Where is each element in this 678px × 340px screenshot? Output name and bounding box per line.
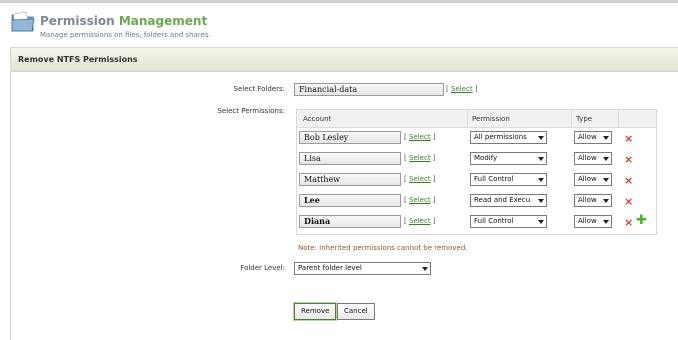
select-account-link: [ Select ] (404, 217, 436, 225)
select-account-button[interactable]: Select (409, 175, 431, 183)
inherited-note: Note: Inherited permissions cannot be re… (298, 244, 468, 252)
app-subtitle: Manage permissions on files, folders and… (40, 31, 211, 39)
chevron-down-icon (600, 195, 611, 206)
column-header-account: Account (303, 115, 332, 123)
table-header: Account Permission Type (297, 110, 656, 128)
chevron-down-icon (600, 153, 611, 164)
folder-field[interactable]: Financial-data (294, 83, 444, 96)
chevron-down-icon (535, 153, 546, 164)
type-dropdown[interactable]: Allow (574, 194, 612, 207)
select-account-link: [ Select ] (404, 133, 436, 141)
chevron-down-icon (600, 216, 611, 227)
bracket-close: ] (430, 133, 436, 141)
type-value: Allow (578, 217, 597, 225)
type-value: Allow (578, 175, 597, 183)
permission-value: Modify (474, 154, 498, 162)
type-value: Allow (578, 133, 597, 141)
select-account-link: [ Select ] (404, 196, 436, 204)
select-account-link: [ Select ] (404, 175, 436, 183)
column-separator (467, 110, 468, 127)
permission-value: Full Control (474, 217, 514, 225)
permission-dropdown[interactable]: All permissions (470, 131, 547, 144)
app-title-part2: Management (118, 14, 208, 28)
column-separator (571, 110, 572, 127)
delete-icon[interactable]: × (624, 217, 633, 228)
folder-level-label: Folder Level: (240, 264, 285, 272)
folder-icon (11, 11, 35, 33)
chevron-down-icon (535, 195, 546, 206)
select-account-link: [ Select ] (404, 154, 436, 162)
panel-title: Remove NTFS Permissions (18, 55, 138, 64)
cancel-button[interactable]: Cancel (337, 303, 375, 320)
panel-header: Remove NTFS Permissions (11, 48, 678, 72)
bracket-close: ] (430, 175, 436, 183)
bracket-close: ] (430, 154, 436, 162)
type-dropdown[interactable]: Allow (574, 152, 612, 165)
account-field[interactable]: Lisa (299, 152, 401, 165)
folder-level-value: Parent folder level (298, 264, 362, 272)
type-value: Allow (578, 154, 597, 162)
chevron-down-icon (535, 216, 546, 227)
chevron-down-icon (535, 174, 546, 185)
select-account-button[interactable]: Select (409, 133, 431, 141)
delete-icon[interactable]: × (624, 133, 633, 144)
bracket-close: ] (430, 196, 436, 204)
app-title: Permission Management (40, 14, 207, 28)
select-folder-button[interactable]: Select (451, 85, 473, 93)
chevron-down-icon (600, 132, 611, 143)
permission-value: Full Control (474, 175, 514, 183)
select-account-button[interactable]: Select (409, 196, 431, 204)
type-dropdown[interactable]: Allow (574, 131, 612, 144)
permission-dropdown[interactable]: Modify (470, 152, 547, 165)
delete-icon[interactable]: × (624, 175, 633, 186)
folder-level-dropdown[interactable]: Parent folder level (294, 262, 431, 275)
permission-dropdown[interactable]: Read and Execu (470, 194, 547, 207)
delete-icon[interactable]: × (624, 154, 633, 165)
bracket-close: ] (472, 85, 478, 93)
permission-dropdown[interactable]: Full Control (470, 215, 547, 228)
permission-value: All permissions (474, 133, 527, 141)
column-header-type: Type (576, 115, 593, 123)
select-account-button[interactable]: Select (409, 154, 431, 162)
chevron-down-icon (535, 132, 546, 143)
add-icon[interactable]: ✚ (636, 214, 647, 227)
app-header: Permission Management Manage permissions… (0, 3, 678, 47)
type-value: Allow (578, 196, 597, 204)
select-account-button[interactable]: Select (409, 217, 431, 225)
chevron-down-icon (419, 263, 430, 274)
permission-dropdown[interactable]: Full Control (470, 173, 547, 186)
column-separator (618, 110, 619, 127)
column-header-permission: Permission (472, 115, 510, 123)
account-field[interactable]: Lee (299, 194, 401, 207)
remove-button[interactable]: Remove (294, 303, 337, 320)
select-permissions-label: Select Permissions: (217, 107, 285, 115)
app-title-part1: Permission (40, 14, 119, 28)
account-field[interactable]: Matthew (299, 173, 401, 186)
permission-value: Read and Execu (474, 196, 531, 204)
type-dropdown[interactable]: Allow (574, 215, 612, 228)
type-dropdown[interactable]: Allow (574, 173, 612, 186)
account-field[interactable]: Diana (299, 215, 401, 228)
select-folder-link: [ Select ] (446, 85, 478, 93)
delete-icon[interactable]: × (624, 196, 633, 207)
account-field[interactable]: Bob Lesley (299, 131, 401, 144)
chevron-down-icon (600, 174, 611, 185)
bracket-close: ] (430, 217, 436, 225)
select-folders-label: Select Folders: (233, 85, 285, 93)
